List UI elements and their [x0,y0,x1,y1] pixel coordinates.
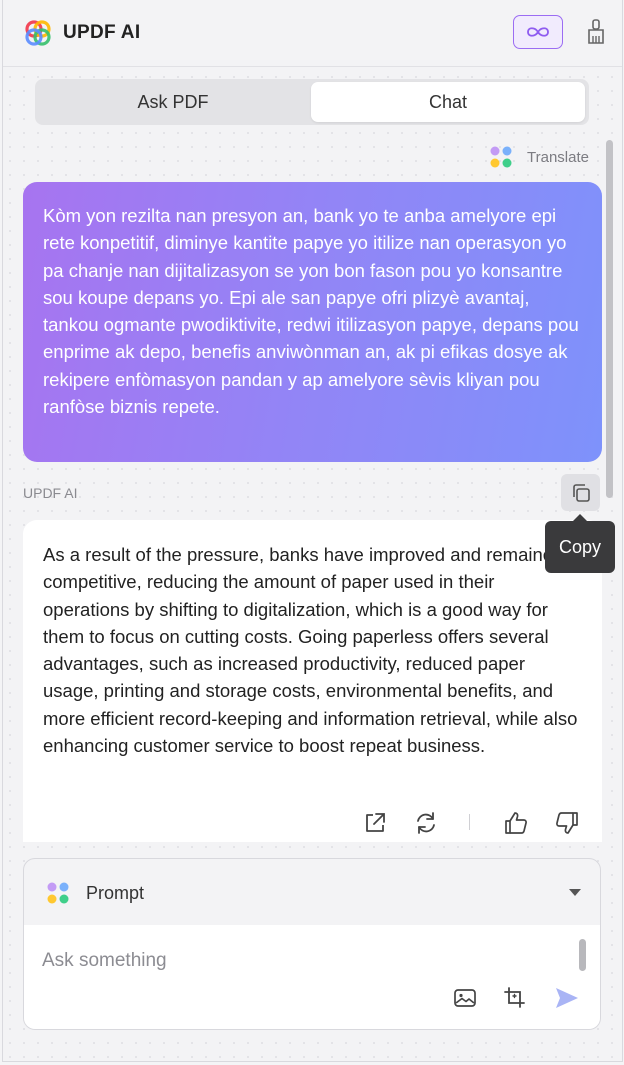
updf-ai-panel: UPDF AI Ask PDF Chat Translate Kòm yon r… [2,0,623,1062]
broom-icon[interactable] [585,18,607,46]
message-actions [23,808,602,838]
translate-button[interactable]: Translate [489,144,589,170]
copy-button[interactable] [561,474,600,511]
prompt-selector[interactable]: Prompt [24,859,600,925]
brand-title: UPDF AI [63,22,141,43]
thumbs-up-icon [505,812,527,834]
ai-sender-label: UPDF AI [23,485,78,501]
ai-message: As a result of the pressure, banks have … [23,520,602,842]
prompt-dots-icon [490,146,512,168]
prompt-label: Prompt [86,883,145,903]
tab-chat[interactable]: Chat [311,82,585,122]
ai-message-text: As a result of the pressure, banks have … [43,544,578,757]
chat-scrollbar[interactable] [606,140,613,498]
chevron-down-icon[interactable] [569,889,581,896]
upload-image-button[interactable] [450,983,480,1013]
updf-logo-icon [25,20,51,46]
image-icon [454,989,476,1007]
actions-divider [469,814,470,830]
ask-input[interactable] [40,943,564,979]
translate-label: Translate [527,148,589,166]
tab-ask-pdf[interactable]: Ask PDF [38,82,308,122]
thumbs-down-icon [556,812,578,834]
send-button[interactable] [552,983,582,1013]
crop-icon [504,987,525,1008]
like-button[interactable] [501,808,531,838]
screenshot-button[interactable] [500,983,530,1013]
input-area [24,925,600,1029]
dislike-button[interactable] [552,808,582,838]
export-button[interactable] [360,808,390,838]
share-icon [366,813,385,832]
send-icon [556,988,578,1008]
copy-tooltip: Copy [545,514,615,573]
regenerate-button[interactable] [411,808,441,838]
refresh-icon [417,812,435,834]
input-scrollbar[interactable] [579,939,586,971]
user-message: Kòm yon rezilta nan presyon an, bank yo … [23,182,602,462]
user-message-text: Kòm yon rezilta nan presyon an, bank yo … [43,205,579,418]
unlimited-button[interactable] [513,15,563,49]
copy-icon [572,483,590,502]
header: UPDF AI [3,0,622,67]
prompt-dots-icon [47,882,69,904]
infinity-icon [527,27,549,37]
mode-switch: Ask PDF Chat [35,79,589,125]
composer: Prompt [23,858,601,1030]
